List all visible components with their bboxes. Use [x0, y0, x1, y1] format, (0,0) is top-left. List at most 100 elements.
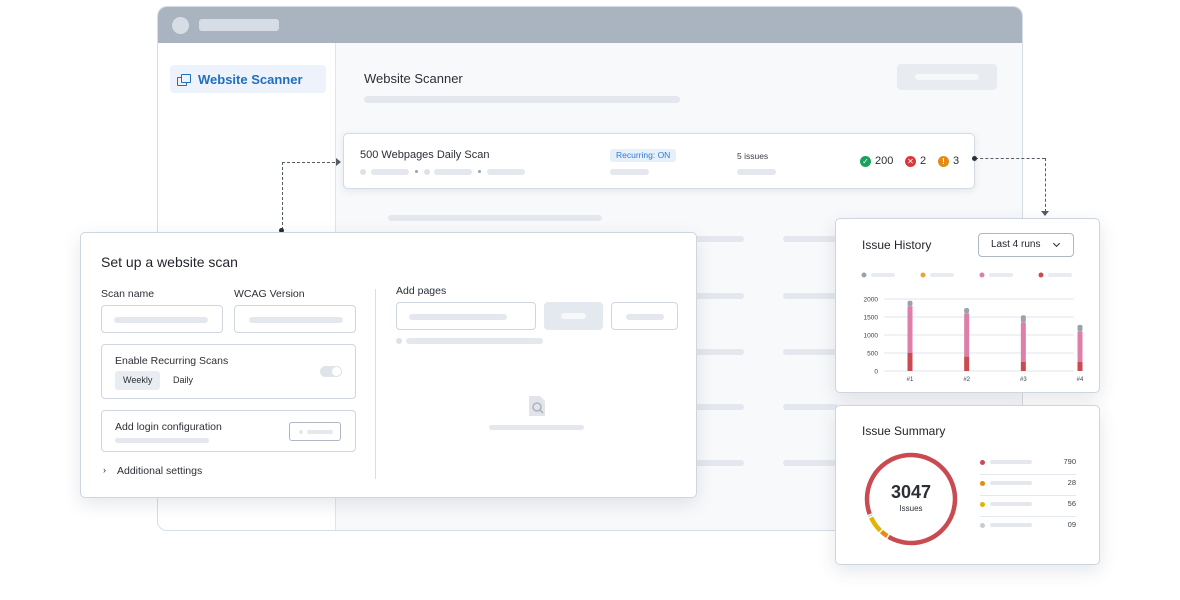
bar-segment [907, 300, 913, 307]
issue-summary-card: Issue Summary 3047 Issues 790 28 56 09 [835, 405, 1100, 565]
browser-windows-icon [177, 73, 191, 86]
legend-dot [980, 523, 985, 528]
list-row-placeholder [388, 215, 602, 221]
primary-action-button[interactable] [897, 64, 997, 90]
add-page-button[interactable] [544, 302, 603, 330]
legend-placeholder [990, 481, 1032, 485]
y-tick-label: 1000 [864, 333, 879, 340]
legend-dot [980, 481, 985, 486]
issue-summary-title: Issue Summary [862, 424, 946, 438]
window-title-placeholder [199, 19, 279, 31]
legend-value: 09 [1067, 520, 1076, 529]
recurring-scans-label: Enable Recurring Scans [115, 355, 229, 367]
recurring-toggle[interactable] [320, 366, 342, 377]
bar-segment [1077, 324, 1083, 332]
legend-placeholder [989, 273, 1013, 277]
scan-name-label: Scan name [101, 288, 155, 300]
legend-placeholder [871, 273, 895, 277]
subtitle-placeholder [364, 96, 680, 103]
x-tick-label: #1 [907, 377, 914, 383]
legend-placeholder [930, 273, 954, 277]
bar-segment [907, 306, 913, 353]
legend-dot [979, 272, 985, 278]
warning-stat: ! 3 [938, 155, 959, 167]
check-circle-icon: ✓ [860, 155, 871, 167]
x-tick-label: #3 [1020, 377, 1027, 383]
connector-line [975, 158, 1045, 159]
window-titlebar [158, 7, 1022, 43]
legend-value: 56 [1067, 499, 1076, 508]
legend-dot [1038, 272, 1044, 278]
chevron-right-icon: › [103, 465, 106, 475]
frequency-option-daily[interactable]: Daily [165, 371, 201, 390]
connector-line [282, 162, 340, 163]
bar-segment [964, 356, 970, 371]
import-pages-button[interactable] [611, 302, 678, 330]
legend-dot [980, 502, 985, 507]
legend-dot [920, 272, 926, 278]
add-pages-input[interactable] [396, 302, 536, 330]
bar-segment [1020, 362, 1026, 371]
bar-segment [907, 353, 913, 371]
scan-setup-panel: Set up a website scan Scan name WCAG Ver… [80, 232, 697, 498]
legend-placeholder [990, 502, 1032, 506]
bar-segment [964, 308, 970, 314]
legend-row: 28 [980, 474, 1076, 496]
issue-history-card: Issue History Last 4 runs 0 500 1000 1500 20… [835, 218, 1100, 393]
legend-placeholder [1048, 273, 1072, 277]
y-tick-label: 500 [867, 351, 878, 358]
page-title: Website Scanner [364, 71, 463, 86]
additional-settings-toggle[interactable]: Additional settings [117, 465, 202, 477]
recurring-badge: Recurring: ON [610, 149, 677, 162]
legend-row: 56 [980, 495, 1076, 517]
issue-history-chart: 0 500 1000 1500 2000 #1 #2 #3 #4 [861, 272, 1084, 383]
connector-arrow-icon [1041, 211, 1049, 216]
frequency-option-weekly[interactable]: Weekly [115, 371, 161, 390]
y-tick-label: 2000 [864, 297, 879, 304]
passed-stat: ✓ 200 [860, 155, 893, 167]
legend-placeholder [990, 523, 1032, 527]
legend-row: 790 [980, 453, 1076, 475]
wcag-version-label: WCAG Version [234, 288, 305, 300]
connector-arrow-icon [336, 158, 341, 166]
legend-dot [980, 460, 985, 465]
total-issues-label: Issues [899, 504, 923, 513]
bar-segment [1020, 322, 1026, 362]
y-tick-label: 0 [874, 369, 878, 376]
add-pages-label: Add pages [396, 285, 447, 297]
legend-placeholder [990, 460, 1032, 464]
setup-title: Set up a website scan [101, 254, 238, 270]
connector-dot [972, 156, 977, 161]
error-circle-icon: ✕ [905, 155, 916, 167]
y-tick-label: 1500 [864, 315, 879, 322]
warning-circle-icon: ! [938, 155, 949, 167]
legend-value: 28 [1067, 478, 1076, 487]
search-document-icon [529, 396, 545, 416]
legend-row: 09 [980, 516, 1076, 538]
bar-segment [1077, 331, 1083, 362]
login-config-button[interactable] [289, 422, 341, 441]
bar-segment [1020, 315, 1026, 323]
recurring-scans-box: Enable Recurring Scans Weekly Daily [101, 344, 356, 399]
scan-row-card[interactable]: 500 Webpages Daily Scan Recurring: ON 5 … [343, 133, 975, 189]
issues-count: 5 issues [737, 151, 769, 161]
wcag-version-select[interactable] [234, 305, 356, 333]
x-tick-label: #2 [963, 377, 970, 383]
scan-name-input[interactable] [101, 305, 223, 333]
sidebar-item-label: Website Scanner [198, 71, 303, 87]
panel-divider [375, 289, 376, 479]
error-stat: ✕ 2 [905, 155, 926, 167]
window-avatar-placeholder [172, 17, 189, 34]
legend-value: 790 [1063, 457, 1076, 466]
bar-segment [964, 313, 970, 357]
connector-line [1045, 158, 1046, 212]
x-tick-label: #4 [1077, 377, 1084, 383]
scan-name: 500 Webpages Daily Scan [360, 149, 490, 161]
sidebar-item-website-scanner[interactable]: Website Scanner [170, 65, 326, 93]
connector-line [282, 162, 283, 230]
bar-segment [1077, 362, 1083, 371]
login-config-box: Add login configuration [101, 410, 356, 452]
login-config-label: Add login configuration [115, 421, 222, 433]
legend-dot [861, 272, 867, 278]
total-issues-value: 3047 [890, 482, 932, 502]
